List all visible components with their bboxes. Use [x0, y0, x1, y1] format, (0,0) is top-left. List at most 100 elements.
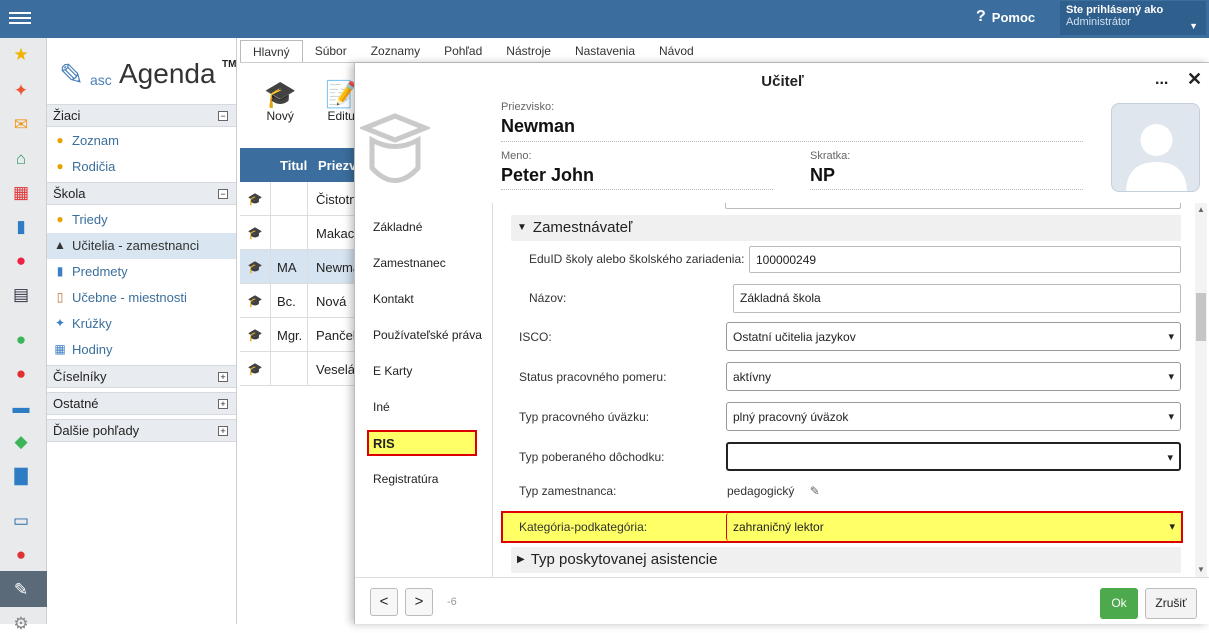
- user-menu[interactable]: Ste prihlásený ako Administrátor ▼: [1060, 1, 1206, 35]
- ok-button[interactable]: Ok: [1100, 588, 1138, 619]
- table-row[interactable]: 🎓 Veselá: [240, 352, 360, 386]
- shield-check-icon[interactable]: ◆: [11, 431, 31, 451]
- close-icon[interactable]: ✕: [1187, 69, 1202, 90]
- hamburger-menu-icon[interactable]: [9, 9, 31, 29]
- more-options-button[interactable]: ...: [1155, 71, 1168, 89]
- pen-icon[interactable]: ✎: [11, 579, 31, 599]
- teacher-cap-icon: 🎓: [240, 216, 271, 250]
- side-tab-ine[interactable]: Iné: [373, 400, 390, 414]
- home-icon[interactable]: ⌂: [11, 148, 31, 168]
- profile-photo-placeholder[interactable]: [1111, 103, 1200, 192]
- nav-item-zoznam[interactable]: ● Zoznam: [47, 128, 236, 154]
- kategoria-select[interactable]: zahraničný lektor ▾: [726, 513, 1181, 541]
- eduid-input[interactable]: 100000249: [749, 246, 1181, 273]
- bar-chart-icon[interactable]: ▇: [11, 465, 31, 485]
- gear-icon[interactable]: ⚙: [11, 613, 31, 633]
- expand-icon[interactable]: +: [218, 372, 228, 382]
- tab-nastroje[interactable]: Nástroje: [494, 40, 563, 62]
- tab-navod[interactable]: Návod: [647, 40, 706, 62]
- side-tab-zakladne[interactable]: Základné: [373, 220, 422, 234]
- meno-value[interactable]: Peter John: [501, 165, 594, 186]
- calendar-grid-icon[interactable]: ▦: [11, 182, 31, 202]
- cancel-button[interactable]: Zrušiť: [1145, 588, 1197, 619]
- side-tab-kontakt[interactable]: Kontakt: [373, 292, 414, 306]
- nav-group-ciselniky[interactable]: Číselníky +: [47, 365, 236, 388]
- chat-icon[interactable]: ●: [11, 544, 31, 564]
- tab-pohlad[interactable]: Pohľad: [432, 40, 494, 62]
- help-label: Pomoc: [991, 9, 1036, 25]
- typ-uvazku-select[interactable]: plný pracovný úväzok ▾: [726, 402, 1181, 431]
- award-icon[interactable]: ●: [11, 363, 31, 383]
- side-tab-e-karty[interactable]: E Karty: [373, 364, 412, 378]
- side-tab-zamestnanec[interactable]: Zamestnanec: [373, 256, 446, 270]
- section-zamestnavatel[interactable]: ▼ Zamestnávateľ: [511, 215, 1181, 241]
- avatar-silhouette-icon: [1126, 124, 1187, 191]
- content-scrollbar[interactable]: ▲ ▼: [1195, 203, 1207, 577]
- table-row[interactable]: 🎓 MA Newma: [240, 250, 360, 284]
- scrollbar-thumb[interactable]: [1196, 293, 1206, 341]
- chevron-down-icon: ▾: [1168, 331, 1174, 343]
- typ-uvazku-label: Typ pracovného úväzku:: [519, 410, 650, 424]
- tab-subor[interactable]: Súbor: [303, 40, 359, 62]
- col-titul[interactable]: Titul: [280, 158, 307, 173]
- open-book-icon[interactable]: ▭: [11, 510, 31, 530]
- parents-icon: ●: [56, 159, 64, 173]
- nav-item-rodicia[interactable]: ● Rodičia: [47, 154, 236, 180]
- table-row[interactable]: 🎓 Bc. Nová: [240, 284, 360, 318]
- isco-select[interactable]: Ostatní učitelia jazykov ▾: [726, 322, 1181, 351]
- pencil-edit-icon[interactable]: ✎: [810, 484, 820, 498]
- skratka-value[interactable]: NP: [810, 165, 835, 186]
- edit-label: Editu: [327, 109, 355, 123]
- status-select[interactable]: aktívny ▾: [726, 362, 1181, 391]
- side-tab-pouzivatelske-prava[interactable]: Používateľské práva: [373, 328, 482, 342]
- expand-icon[interactable]: +: [218, 399, 228, 409]
- nav-item-triedy[interactable]: ● Triedy: [47, 207, 236, 233]
- tab-zoznamy[interactable]: Zoznamy: [359, 40, 432, 62]
- table-row[interactable]: 🎓 Mgr. Pančel: [240, 318, 360, 352]
- navigation-panel: ✎ asc Agenda TM Žiaci − ● Zoznam ● Rodičia …: [47, 38, 237, 624]
- help-link[interactable]: ? Pomoc: [976, 8, 1035, 26]
- nav-item-ucitelia[interactable]: ▲ Učitelia - zamestnanci: [47, 233, 236, 259]
- nav-group-ostatne[interactable]: Ostatné +: [47, 392, 236, 415]
- nav-item-kruzky[interactable]: ✦ Krúžky: [47, 311, 236, 337]
- tab-nastavenia[interactable]: Nastavenia: [563, 40, 647, 62]
- nav-group-zaci[interactable]: Žiaci −: [47, 104, 236, 127]
- previous-field-input[interactable]: [725, 203, 1181, 209]
- mail-icon[interactable]: ✉: [11, 114, 31, 134]
- side-tab-ris[interactable]: RIS: [367, 430, 477, 456]
- kategoria-row: Kategória-podkategória: zahraničný lekto…: [501, 511, 1183, 543]
- duchodok-select[interactable]: ▾: [726, 442, 1181, 471]
- scroll-down-icon[interactable]: ▼: [1197, 565, 1205, 574]
- tab-hlavny[interactable]: Hlavný: [240, 40, 303, 62]
- collapse-icon[interactable]: −: [218, 189, 228, 199]
- nav-item-predmety[interactable]: ▮ Predmety: [47, 259, 236, 285]
- check-circle-icon[interactable]: ●: [11, 329, 31, 349]
- section-asistencia[interactable]: ▶ Typ poskytovanej asistencie: [511, 547, 1181, 573]
- table-row[interactable]: 🎓 Makac: [240, 216, 360, 250]
- schedule-icon[interactable]: ▤: [11, 284, 31, 304]
- edit-button[interactable]: 📝 Editu: [325, 79, 357, 123]
- nazov-input[interactable]: Základná škola: [733, 284, 1181, 313]
- table-row[interactable]: 🎓 Čistotn: [240, 182, 360, 216]
- dialog-content: ▼ Zamestnávateľ EduID školy alebo školské…: [501, 203, 1193, 577]
- previous-record-button[interactable]: <: [370, 588, 398, 616]
- nav-group-skola[interactable]: Škola −: [47, 182, 236, 205]
- user-circle-icon[interactable]: ●: [11, 250, 31, 270]
- chevron-down-icon: ▾: [1168, 371, 1174, 383]
- new-button[interactable]: 🎓 Nový: [264, 79, 296, 123]
- magic-wand-icon[interactable]: ✦: [11, 80, 31, 100]
- side-tab-registratura[interactable]: Registratúra: [373, 472, 438, 486]
- scroll-up-icon[interactable]: ▲: [1197, 205, 1205, 214]
- priezvisko-value[interactable]: Newman: [501, 116, 575, 137]
- next-record-button[interactable]: >: [405, 588, 433, 616]
- briefcase-icon[interactable]: ▬: [11, 397, 31, 417]
- nav-item-ucebne[interactable]: ▯ Učebne - miestnosti: [47, 285, 236, 311]
- nav-group-dalsie[interactable]: Ďalšie pohľady +: [47, 419, 236, 442]
- star-icon[interactable]: ★: [11, 44, 31, 64]
- expand-icon[interactable]: +: [218, 426, 228, 436]
- help-icon: ?: [976, 8, 986, 25]
- collapse-icon[interactable]: −: [218, 111, 228, 121]
- book-icon[interactable]: ▮: [11, 216, 31, 236]
- col-priezvisko[interactable]: Priezv: [318, 158, 356, 173]
- nav-item-hodiny[interactable]: ▦ Hodiny: [47, 337, 236, 363]
